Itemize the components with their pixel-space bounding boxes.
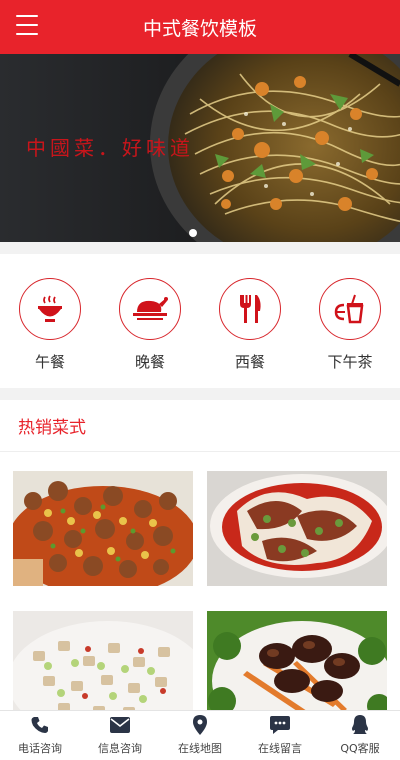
category-afternoon-tea[interactable]: 下午茶 — [312, 278, 388, 388]
phone-icon — [31, 715, 49, 735]
footer-label: 信息咨询 — [98, 742, 142, 755]
drink-cup-icon — [319, 278, 381, 340]
map-pin-icon — [193, 715, 207, 735]
divider — [0, 242, 400, 254]
footer-map[interactable]: 在线地图 — [160, 711, 240, 760]
top-bar: 中式餐饮模板 — [0, 0, 400, 54]
hero-banner[interactable]: 中國菜．好味道 — [0, 54, 400, 242]
dish-photo-3[interactable] — [13, 611, 193, 710]
category-western[interactable]: 西餐 — [212, 278, 288, 388]
envelope-icon — [110, 715, 130, 735]
footer-label: 在线留言 — [258, 742, 302, 755]
rice-bowl-icon — [19, 278, 81, 340]
dish-photo-2[interactable] — [207, 471, 387, 586]
category-label: 晚餐 — [134, 353, 165, 371]
footer-message[interactable]: 信息咨询 — [80, 711, 160, 760]
category-label: 西餐 — [234, 353, 265, 371]
category-label: 午餐 — [34, 353, 65, 371]
dish-photo-1[interactable] — [13, 471, 193, 586]
fork-knife-icon — [219, 278, 281, 340]
footer-qq[interactable]: QQ客服 — [320, 711, 400, 760]
footer-label: 在线地图 — [178, 742, 222, 755]
category-label: 下午茶 — [327, 353, 373, 371]
footer-label: 电话咨询 — [18, 742, 62, 755]
category-lunch[interactable]: 午餐 — [12, 278, 88, 388]
section-title: 热销菜式 — [18, 418, 86, 438]
footer-comment[interactable]: 在线留言 — [240, 711, 320, 760]
dish-photo-4[interactable] — [207, 611, 387, 710]
chat-bubble-icon — [270, 715, 290, 735]
dish-grid — [0, 452, 400, 710]
footer-label: QQ客服 — [340, 742, 380, 755]
page-title: 中式餐饮模板 — [142, 17, 257, 40]
hamburger-menu-icon[interactable] — [16, 15, 38, 35]
divider — [0, 388, 400, 400]
roast-chicken-icon — [119, 278, 181, 340]
category-dinner[interactable]: 晚餐 — [112, 278, 188, 388]
footer-phone[interactable]: 电话咨询 — [0, 711, 80, 760]
bottom-nav: 电话咨询 信息咨询 在线地图 在线留言 QQ客服 — [0, 710, 400, 760]
qq-penguin-icon — [351, 715, 369, 735]
carousel-dot[interactable] — [189, 229, 197, 237]
section-header: 热销菜式 — [0, 400, 400, 452]
category-nav: 午餐 晚餐 西餐 下午茶 — [0, 254, 400, 388]
banner-slogan: 中國菜．好味道 — [26, 136, 194, 160]
